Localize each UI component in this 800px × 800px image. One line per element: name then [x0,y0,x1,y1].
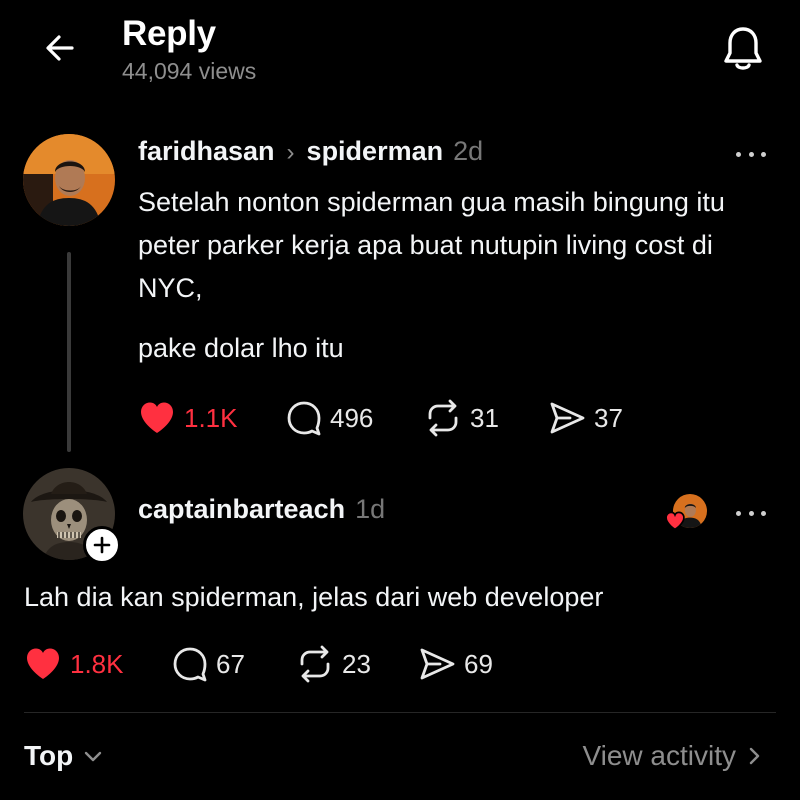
comment-button[interactable]: 67 [172,642,296,686]
post-text: Setelah nonton spiderman gua masih bingu… [138,187,725,303]
replied-to-username[interactable]: spiderman [307,136,444,167]
more-options-button[interactable] [731,139,771,169]
back-arrow-icon [46,35,74,61]
notification-button[interactable] [718,22,768,76]
comment-button[interactable]: 496 [286,396,424,440]
chevron-right-icon [749,747,760,765]
heart-icon [27,648,59,679]
like-count: 1.8K [70,648,124,679]
profile-photo-faridhasan [23,134,115,226]
follow-button[interactable] [83,526,121,564]
divider [24,712,776,713]
more-dots-icon [736,510,741,516]
repost-count: 23 [342,648,371,679]
more-dots-icon [736,151,741,157]
chevron-down-icon [85,751,102,762]
author-username[interactable]: faridhasan [138,136,275,167]
view-activity-link[interactable]: View activity [582,740,766,772]
heart-icon [665,511,685,531]
author-username[interactable]: captainbarteach [138,494,345,525]
repost-button[interactable]: 31 [424,396,548,440]
comment-count: 67 [216,648,245,679]
share-count: 69 [464,648,493,679]
repost-icon [428,399,458,437]
post-text-continued: pake dolar lho itu [138,333,344,363]
reply-to-arrow-icon: › [286,139,295,166]
share-count: 37 [594,402,623,433]
repost-icon [300,645,330,683]
like-button[interactable]: 1.8K [24,642,172,686]
post-time: 1d [355,494,386,524]
send-icon [420,648,455,680]
post-meta: captainbarteach 1d [138,494,385,525]
post-actions: 1.8K 67 23 69 [24,642,518,686]
more-options-button[interactable] [731,498,771,528]
notification-bell-icon [724,27,762,70]
heart-icon [141,402,173,433]
views-count: 44,094 views [122,58,257,84]
back-button[interactable] [38,26,82,70]
thread-line [67,252,71,452]
liked-by-author-indicator[interactable] [664,494,710,534]
sort-label: Top [24,740,74,771]
comment-count: 496 [330,402,374,433]
share-button[interactable]: 69 [418,642,518,686]
like-button[interactable]: 1.1K [138,396,286,440]
reply-text: Lah dia kan spiderman, jelas dari web de… [24,582,604,612]
send-icon [550,402,585,434]
repost-button[interactable]: 23 [296,642,418,686]
page-title: Reply [122,14,216,53]
post-time: 2d [453,136,484,166]
comment-bubble-icon [287,401,321,436]
avatar[interactable] [23,134,115,226]
sort-dropdown[interactable]: Top [24,740,105,772]
post-meta: faridhasan › spiderman 2d [138,136,483,167]
plus-icon [93,536,111,554]
share-button[interactable]: 37 [548,396,648,440]
view-activity-label: View activity [582,740,736,771]
comment-bubble-icon [173,647,207,682]
repost-count: 31 [470,402,499,433]
like-count: 1.1K [184,402,238,433]
post-actions: 1.1K 496 31 37 [138,396,648,440]
header: Reply 44,094 views [0,0,800,110]
